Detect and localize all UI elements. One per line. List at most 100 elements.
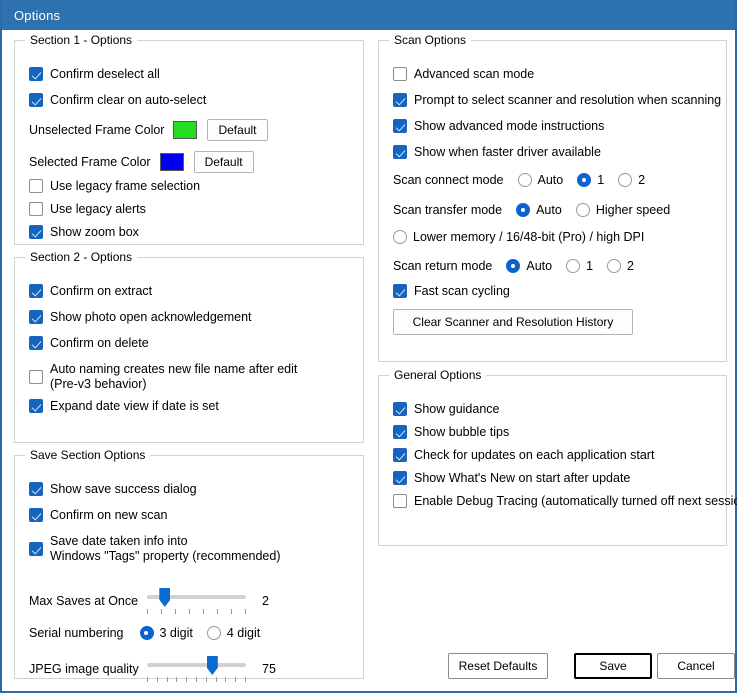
unselected-frame-color-swatch[interactable]: [173, 121, 198, 139]
checkbox-unchecked-icon[interactable]: [393, 494, 407, 508]
checkbox-checked-icon[interactable]: [393, 145, 407, 159]
selected-frame-color-default-button[interactable]: Default: [193, 151, 254, 173]
checkbox-row-show-photo-open-ack[interactable]: Show photo open acknowledgement: [29, 310, 252, 324]
checkbox-unchecked-icon[interactable]: [29, 370, 43, 384]
checkbox-unchecked-icon[interactable]: [393, 67, 407, 81]
radio-option-connect-2[interactable]: 2: [618, 173, 659, 187]
checkbox-label-line2: Windows "Tags" property (recommended): [50, 549, 281, 563]
unselected-frame-color-default-button[interactable]: Default: [207, 119, 268, 141]
checkbox-label-line1: Save date taken info into: [50, 534, 188, 548]
radio-unselected-icon[interactable]: [618, 173, 633, 187]
checkbox-row-expand-date-view[interactable]: Expand date view if date is set: [29, 399, 219, 413]
checkbox-row-use-legacy-alerts[interactable]: Use legacy alerts: [29, 202, 146, 216]
checkbox-checked-icon[interactable]: [29, 508, 43, 522]
group-section-2: Section 2 - Options Confirm on extract S…: [14, 250, 364, 443]
radio-selected-icon[interactable]: [516, 203, 531, 217]
max-saves-slider[interactable]: [147, 588, 246, 614]
checkbox-row-show-faster-driver[interactable]: Show when faster driver available: [393, 145, 601, 159]
checkbox-row-check-for-updates[interactable]: Check for updates on each application st…: [393, 448, 654, 462]
checkbox-label: Prompt to select scanner and resolution …: [414, 93, 722, 107]
checkbox-checked-icon[interactable]: [393, 93, 407, 107]
checkbox-checked-icon[interactable]: [29, 399, 43, 413]
checkbox-row-enable-debug-tracing[interactable]: Enable Debug Tracing (automatically turn…: [393, 494, 737, 508]
checkbox-row-confirm-on-delete[interactable]: Confirm on delete: [29, 336, 149, 350]
radio-option-transfer-auto[interactable]: Auto: [516, 203, 576, 217]
radio-option-4-digit[interactable]: 4 digit: [206, 626, 274, 640]
checkbox-checked-icon[interactable]: [29, 542, 43, 556]
checkbox-row-show-bubble-tips[interactable]: Show bubble tips: [393, 425, 509, 439]
checkbox-row-confirm-deselect-all[interactable]: Confirm deselect all: [29, 67, 160, 81]
radio-selected-icon[interactable]: [506, 259, 521, 273]
max-saves-slider-row: Max Saves at Once 2: [29, 588, 269, 614]
checkbox-checked-icon[interactable]: [29, 225, 43, 239]
checkbox-checked-icon[interactable]: [393, 284, 407, 298]
selected-frame-color-swatch[interactable]: [159, 153, 184, 171]
radio-option-connect-1[interactable]: 1: [577, 173, 618, 187]
radio-option-return-1[interactable]: 1: [566, 259, 607, 273]
checkbox-row-confirm-on-new-scan[interactable]: Confirm on new scan: [29, 508, 167, 522]
checkbox-checked-icon[interactable]: [393, 471, 407, 485]
radio-option-3-digit[interactable]: 3 digit: [139, 626, 207, 640]
checkbox-checked-icon[interactable]: [29, 310, 43, 324]
checkbox-checked-icon[interactable]: [29, 67, 43, 81]
checkbox-checked-icon[interactable]: [29, 482, 43, 496]
scan-connect-mode-row: Scan connect mode Auto 1 2: [393, 173, 659, 187]
checkbox-label: Fast scan cycling: [414, 284, 510, 298]
checkbox-row-confirm-on-extract[interactable]: Confirm on extract: [29, 284, 152, 298]
slider-thumb[interactable]: [159, 588, 171, 607]
radio-label: Auto: [537, 173, 564, 187]
clear-scanner-history-button[interactable]: Clear Scanner and Resolution History: [393, 309, 633, 335]
radio-selected-icon[interactable]: [577, 173, 592, 187]
checkbox-unchecked-icon[interactable]: [29, 202, 43, 216]
cancel-button[interactable]: Cancel: [657, 653, 735, 679]
checkbox-row-show-advanced-instructions[interactable]: Show advanced mode instructions: [393, 119, 604, 133]
checkbox-row-save-date-taken[interactable]: Save date taken info into Windows "Tags"…: [29, 534, 281, 564]
radio-unselected-icon[interactable]: [517, 173, 532, 187]
radio-option-return-2[interactable]: 2: [607, 259, 648, 273]
checkbox-label: Show bubble tips: [414, 425, 510, 439]
reset-defaults-button[interactable]: Reset Defaults: [448, 653, 548, 679]
checkbox-label-multiline: Save date taken info into Windows "Tags"…: [50, 534, 281, 564]
radio-label: Auto: [526, 259, 553, 273]
radio-unselected-icon[interactable]: [607, 259, 622, 273]
checkbox-unchecked-icon[interactable]: [29, 179, 43, 193]
radio-option-return-auto[interactable]: Auto: [506, 259, 566, 273]
checkbox-label: Show when faster driver available: [414, 145, 601, 159]
checkbox-row-advanced-scan-mode[interactable]: Advanced scan mode: [393, 67, 534, 81]
scan-return-mode-row: Scan return mode Auto 1 2: [393, 259, 648, 273]
checkbox-row-prompt-select-scanner[interactable]: Prompt to select scanner and resolution …: [393, 93, 721, 107]
radio-unselected-icon[interactable]: [206, 626, 221, 640]
checkbox-row-show-zoom-box[interactable]: Show zoom box: [29, 225, 139, 239]
serial-numbering-label: Serial numbering: [29, 626, 124, 640]
checkbox-checked-icon[interactable]: [393, 425, 407, 439]
checkbox-row-use-legacy-frame-selection[interactable]: Use legacy frame selection: [29, 179, 200, 193]
checkbox-row-show-save-success-dialog[interactable]: Show save success dialog: [29, 482, 197, 496]
checkbox-checked-icon[interactable]: [29, 336, 43, 350]
radio-label: Auto: [536, 203, 562, 217]
save-button[interactable]: Save: [574, 653, 652, 679]
group-save-section-legend: Save Section Options: [25, 448, 151, 462]
radio-label: 4 digit: [226, 626, 261, 640]
radio-option-lower-memory[interactable]: Lower memory / 16/48-bit (Pro) / high DP…: [393, 230, 644, 244]
checkbox-label: Use legacy frame selection: [50, 179, 201, 193]
checkbox-checked-icon[interactable]: [29, 93, 43, 107]
checkbox-row-show-whats-new[interactable]: Show What's New on start after update: [393, 471, 630, 485]
checkbox-row-confirm-clear-auto-select[interactable]: Confirm clear on auto-select: [29, 93, 206, 107]
checkbox-row-show-guidance[interactable]: Show guidance: [393, 402, 499, 416]
checkbox-row-fast-scan-cycling[interactable]: Fast scan cycling: [393, 284, 510, 298]
radio-selected-icon[interactable]: [139, 626, 154, 640]
checkbox-checked-icon[interactable]: [393, 402, 407, 416]
selected-frame-color-row: Selected Frame Color Default: [29, 151, 254, 173]
radio-unselected-icon[interactable]: [575, 203, 590, 217]
checkbox-checked-icon[interactable]: [29, 284, 43, 298]
radio-label: Lower memory / 16/48-bit (Pro) / high DP…: [413, 230, 645, 244]
radio-option-transfer-higher-speed[interactable]: Higher speed: [575, 203, 684, 217]
checkbox-checked-icon[interactable]: [393, 119, 407, 133]
checkbox-label: Expand date view if date is set: [50, 399, 219, 413]
checkbox-row-auto-naming[interactable]: Auto naming creates new file name after …: [29, 362, 297, 392]
radio-option-connect-auto[interactable]: Auto: [517, 173, 578, 187]
radio-label: 1: [586, 259, 594, 273]
checkbox-checked-icon[interactable]: [393, 448, 407, 462]
radio-unselected-icon[interactable]: [566, 259, 581, 273]
radio-unselected-icon[interactable]: [393, 230, 407, 244]
